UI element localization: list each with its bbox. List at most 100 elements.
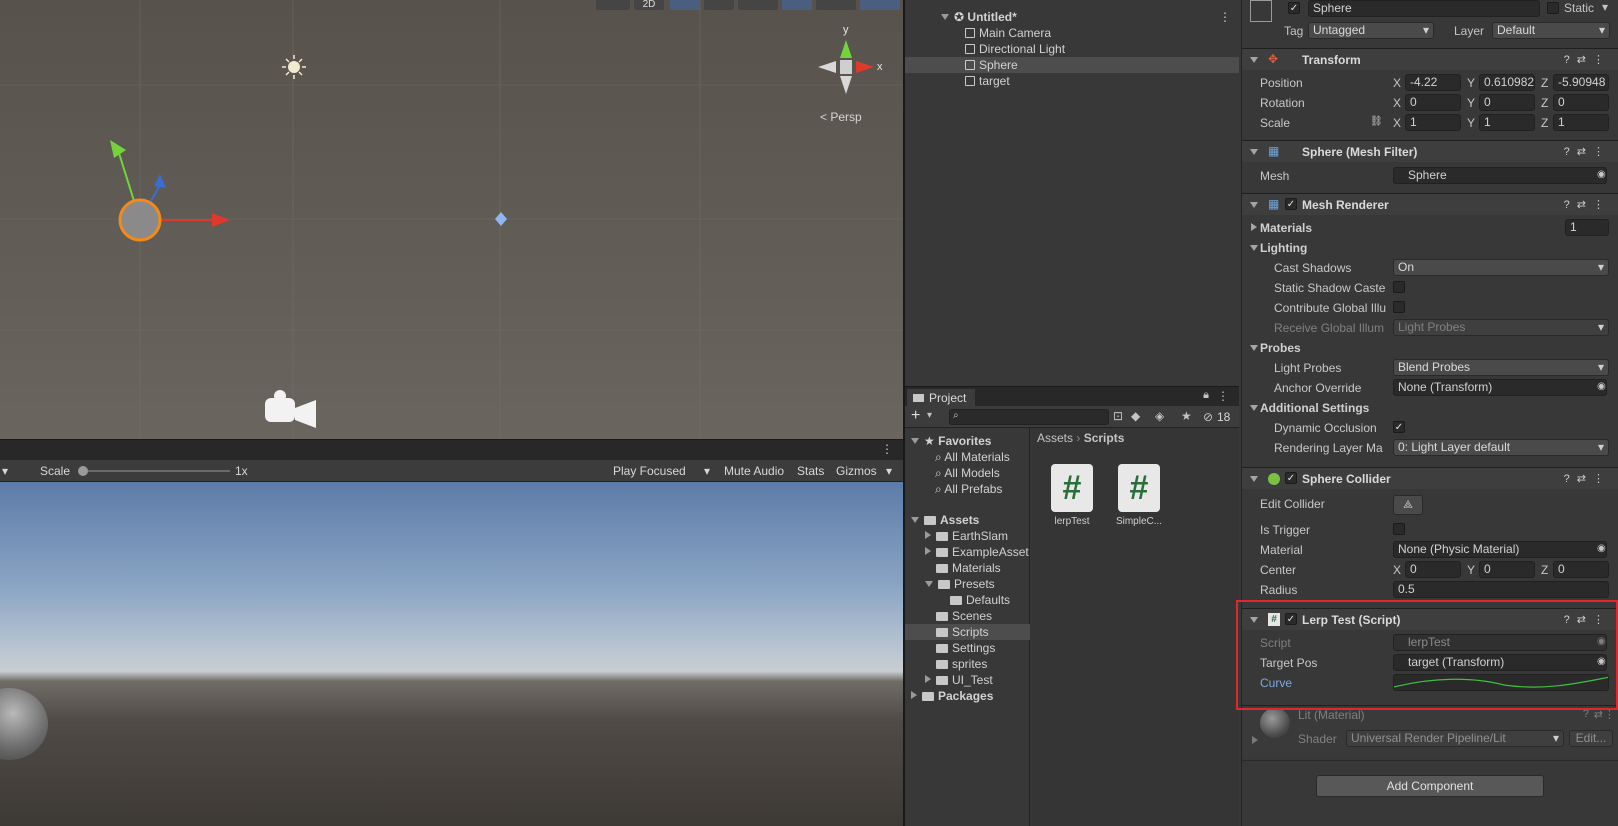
gizmos-button[interactable]: Gizmos <box>836 464 877 478</box>
tab-project[interactable]: Project <box>907 389 975 407</box>
expand-arrow-icon[interactable] <box>911 691 917 699</box>
tag-icon[interactable]: ◈ <box>1155 409 1164 423</box>
is-trigger-checkbox[interactable] <box>1393 523 1405 535</box>
additional-settings-section[interactable]: Additional Settings <box>1242 398 1618 418</box>
tree-packages[interactable]: Packages <box>905 688 1030 704</box>
lock-icon[interactable]: 🔒︎ <box>1203 389 1209 402</box>
gizmos-chevron-icon[interactable]: ▾ <box>886 464 892 478</box>
tree-assets[interactable]: Assets <box>905 512 1030 528</box>
collapse-arrow-icon[interactable] <box>1250 149 1258 155</box>
project-search-input[interactable]: ⌕ <box>949 409 1109 425</box>
breadcrumb-assets[interactable]: Assets <box>1037 431 1073 445</box>
rotation-x-field[interactable]: 0 <box>1405 94 1461 111</box>
collapse-arrow-icon[interactable] <box>1250 245 1258 251</box>
mesh-filter-header[interactable]: ▦ Sphere (Mesh Filter) ?⇄⋮ <box>1242 140 1618 162</box>
expand-arrow-icon[interactable] <box>925 531 931 539</box>
mesh-field[interactable]: Sphere <box>1393 167 1607 184</box>
light-probes-dropdown[interactable]: Blend Probes <box>1393 359 1609 376</box>
dynamic-occlusion-checkbox[interactable]: ✓ <box>1393 421 1405 433</box>
create-chevron-icon[interactable]: ▾ <box>927 410 932 421</box>
materials-row[interactable]: Materials 1 <box>1242 218 1618 238</box>
scale-slider[interactable] <box>82 470 230 472</box>
stats-button[interactable]: Stats <box>797 464 824 478</box>
presets-icon[interactable]: ⇄ <box>1577 473 1593 485</box>
materials-count-field[interactable]: 1 <box>1565 219 1609 236</box>
tree-item[interactable]: ⌕ All Models <box>905 465 1030 481</box>
scene-menu-icon[interactable]: ⋮ <box>1219 9 1231 25</box>
tree-item[interactable]: Scenes <box>905 608 1030 624</box>
tree-item[interactable]: UI_Test <box>905 672 1030 688</box>
component-enabled-checkbox[interactable]: ✓ <box>1285 472 1297 484</box>
presets-icon[interactable]: ⇄ <box>1577 146 1593 158</box>
collider-material-field[interactable]: None (Physic Material) <box>1393 541 1607 558</box>
expand-arrow-icon[interactable] <box>911 438 919 444</box>
scale-y-field[interactable]: 1 <box>1479 114 1535 131</box>
scene-view[interactable]: y x < Persp 2D <box>0 0 903 439</box>
search-by-type-icon[interactable]: ⊡ <box>1113 409 1123 423</box>
project-menu-icon[interactable]: ⋮ <box>1217 389 1229 403</box>
game-view[interactable] <box>0 482 903 826</box>
shader-edit-button[interactable]: Edit... <box>1569 730 1613 747</box>
help-icon[interactable]: ? <box>1564 199 1577 211</box>
static-shadow-checkbox[interactable] <box>1393 281 1405 293</box>
lighting-toggle-icon[interactable] <box>670 0 700 10</box>
asset-file[interactable]: # SimpleC... <box>1108 464 1170 527</box>
shader-dropdown[interactable]: Universal Render Pipeline/Lit <box>1346 730 1564 747</box>
sphere-collider-header[interactable]: ✓ Sphere Collider ?⇄⋮ <box>1242 467 1618 489</box>
contribute-gi-checkbox[interactable] <box>1393 301 1405 313</box>
tree-favorites[interactable]: ★ Favorites <box>905 433 1030 449</box>
tree-item[interactable]: Materials <box>905 560 1030 576</box>
expand-arrow-icon[interactable] <box>941 14 949 20</box>
lighting-section[interactable]: Lighting <box>1242 238 1618 258</box>
expand-arrow-icon[interactable] <box>911 517 919 523</box>
tag-dropdown[interactable]: Untagged <box>1308 22 1434 39</box>
tree-item[interactable]: sprites <box>905 656 1030 672</box>
create-plus-icon[interactable]: + <box>911 407 920 425</box>
hierarchy-item[interactable]: Directional Light <box>905 41 1239 57</box>
collapse-arrow-icon[interactable] <box>1250 476 1258 482</box>
collapse-arrow-icon[interactable] <box>1250 405 1258 411</box>
help-icon[interactable]: ? <box>1564 473 1577 485</box>
hidden-packages-icon[interactable]: ⊘ <box>1203 410 1213 424</box>
expand-arrow-icon[interactable] <box>925 581 933 587</box>
help-icon[interactable]: ? <box>1564 54 1577 66</box>
component-menu-icon[interactable]: ⋮ <box>1593 146 1611 158</box>
center-x-field[interactable]: 0 <box>1405 561 1461 578</box>
object-name-field[interactable]: Sphere <box>1308 0 1540 17</box>
presets-icon[interactable]: ⇄ <box>1577 199 1593 211</box>
component-actions[interactable]: ?⇄⋮ <box>1564 198 1611 211</box>
scale-x-field[interactable]: 1 <box>1405 114 1461 131</box>
camera-icon[interactable] <box>265 390 316 428</box>
collapse-arrow-icon[interactable] <box>1250 202 1258 208</box>
orientation-gizmo[interactable] <box>818 40 874 94</box>
static-chevron-icon[interactable]: ▾ <box>1602 0 1608 14</box>
collapse-arrow-icon[interactable] <box>1250 57 1258 63</box>
cast-shadows-dropdown[interactable]: On <box>1393 259 1609 276</box>
static-checkbox[interactable] <box>1547 2 1559 14</box>
persp-toggle[interactable]: < Persp <box>820 110 862 124</box>
expand-arrow-icon[interactable] <box>925 547 931 555</box>
tree-item[interactable]: Presets <box>905 576 1030 592</box>
hidden-objects-icon[interactable] <box>782 0 812 10</box>
transform-header[interactable]: ✥ Transform ?⇄⋮ <box>1242 48 1618 70</box>
component-menu-icon[interactable]: ⋮ <box>1593 199 1611 211</box>
mesh-renderer-header[interactable]: ▦ ✓ Mesh Renderer ?⇄⋮ <box>1242 193 1618 215</box>
scale-z-field[interactable]: 1 <box>1553 114 1609 131</box>
component-actions[interactable]: ?⇄⋮ <box>1564 53 1611 66</box>
position-y-field[interactable]: 0.610982 <box>1479 74 1535 91</box>
asset-file[interactable]: # lerpTest <box>1041 464 1103 527</box>
object-picker-icon[interactable]: ◉ <box>1597 381 1606 392</box>
audio-toggle-icon[interactable] <box>704 0 734 10</box>
scale-slider-handle[interactable] <box>78 466 88 476</box>
center-y-field[interactable]: 0 <box>1479 561 1535 578</box>
layer-dropdown[interactable]: Default <box>1492 22 1610 39</box>
active-checkbox[interactable]: ✓ <box>1288 2 1300 14</box>
directional-light-icon[interactable] <box>282 55 306 79</box>
tree-item[interactable]: ExampleAsset <box>905 544 1030 560</box>
rendering-layer-dropdown[interactable]: 0: Light Layer default <box>1393 439 1609 456</box>
move-gizmo[interactable] <box>110 140 230 242</box>
component-menu-icon[interactable]: ⋮ <box>1593 54 1611 66</box>
component-actions[interactable]: ?⇄⋮ <box>1564 145 1611 158</box>
rotation-y-field[interactable]: 0 <box>1479 94 1535 111</box>
toggle-2d-button[interactable]: 2D <box>634 0 664 10</box>
